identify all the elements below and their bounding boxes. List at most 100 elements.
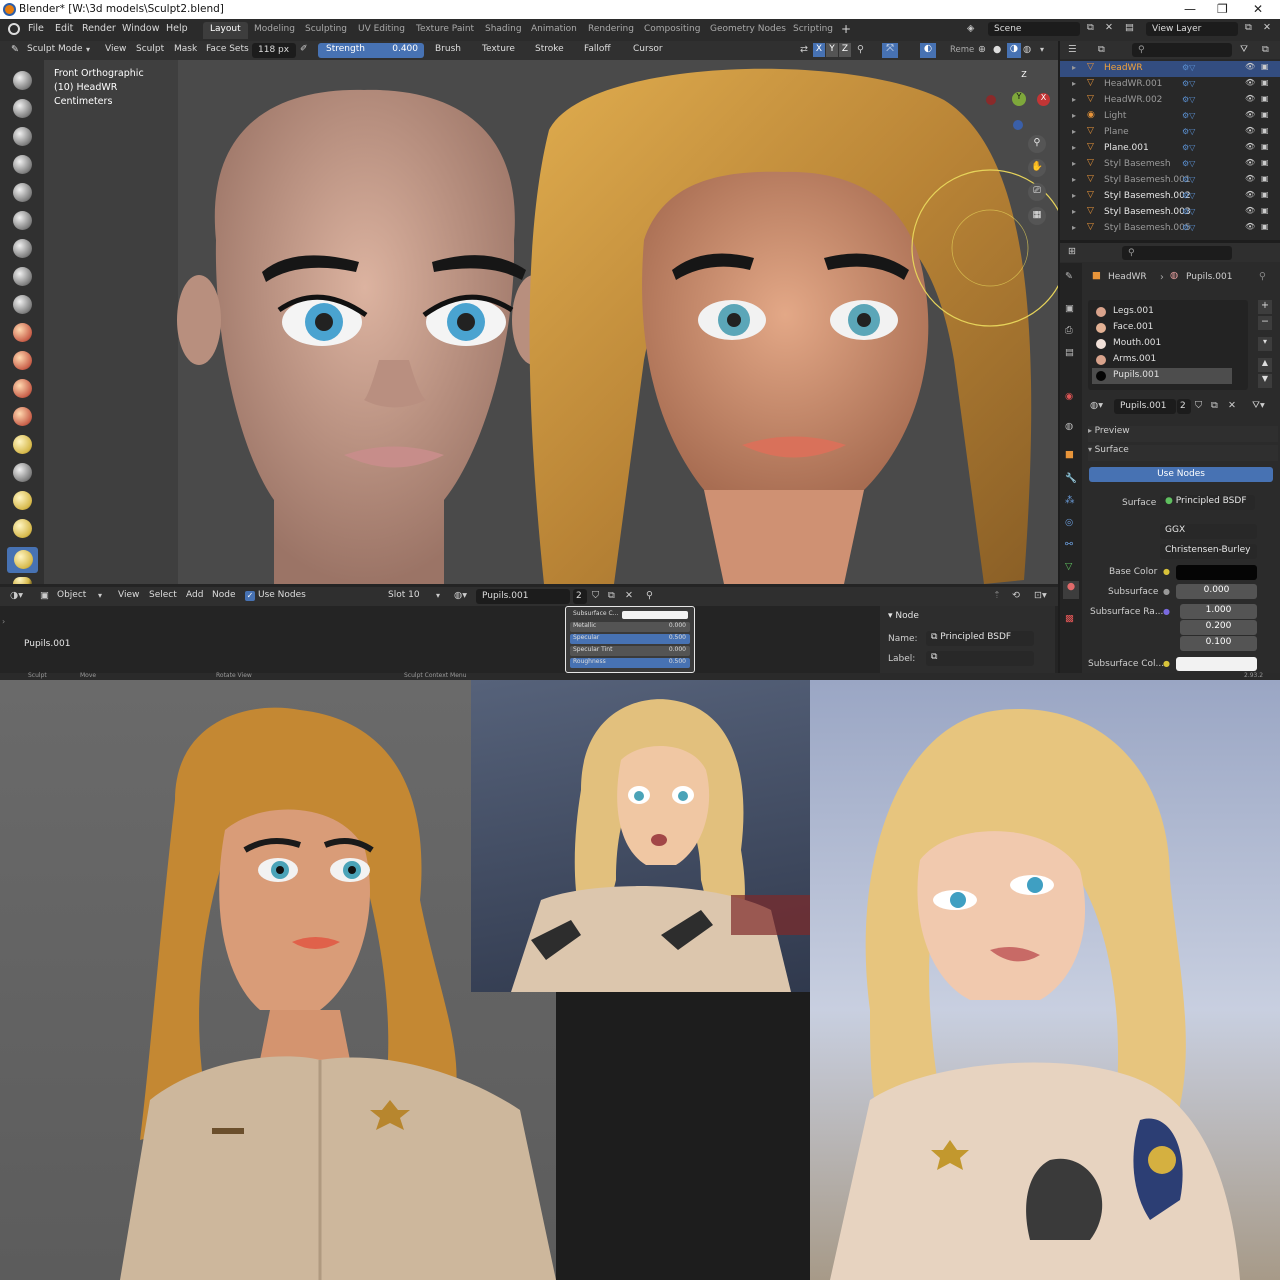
outliner-display-icon[interactable]: ☰	[1068, 44, 1077, 55]
delete-view-layer-icon[interactable]: ✕	[1263, 22, 1271, 33]
user-count[interactable]: 2	[1177, 399, 1191, 414]
gizmo-z-label[interactable]: Z	[1010, 70, 1038, 82]
link-dropdown-icon[interactable]: ⛛▾	[1252, 400, 1265, 411]
snake-hook-brush-icon[interactable]	[14, 550, 33, 569]
tab-geometry-nodes[interactable]: Geometry Nodes	[703, 22, 793, 39]
camera-icon[interactable]: ⎚	[1028, 183, 1046, 201]
new-view-layer-icon[interactable]: ⧉	[1245, 22, 1252, 33]
multiplane-scrape-brush-icon[interactable]	[13, 435, 32, 454]
wireframe-shading-icon[interactable]: ⊕	[978, 44, 986, 55]
modifier-data-icon[interactable]: ⚙▽	[1182, 159, 1195, 168]
visibility-eye-icon[interactable]: 👁	[1245, 222, 1255, 231]
outliner-item[interactable]: ▸ ▽ HeadWR.002 ⚙▽ 👁 ▣	[1060, 93, 1280, 109]
gizmo-neg-z-icon[interactable]	[1013, 120, 1023, 130]
move-down-icon[interactable]: ▼	[1258, 374, 1272, 388]
material-name-field[interactable]: Pupils.001	[1114, 399, 1176, 414]
unlink-material-icon[interactable]: ✕	[1228, 400, 1236, 411]
snap-icon[interactable]: ⟲	[1012, 590, 1020, 601]
scene-icon[interactable]: ◈	[967, 23, 974, 34]
material-tab-icon[interactable]: ●	[1063, 581, 1079, 599]
outliner-item[interactable]: ▸ ▽ HeadWR ⚙▽ 👁 ▣	[1060, 61, 1280, 77]
material-slot-item[interactable]: Pupils.001	[1092, 368, 1232, 384]
modifier-data-icon[interactable]: ⚙▽	[1182, 143, 1195, 152]
new-scene-icon[interactable]: ⧉	[1087, 22, 1094, 33]
modifier-data-icon[interactable]: ⚙▽	[1182, 175, 1195, 184]
modifier-data-icon[interactable]: ⚙▽	[1182, 63, 1195, 72]
outliner-item[interactable]: ▸ ▽ Plane.001 ⚙▽ 👁 ▣	[1060, 141, 1280, 157]
node-menu-node[interactable]: Node	[207, 589, 241, 604]
surface-panel[interactable]: ▾ Surface	[1088, 445, 1278, 461]
visibility-eye-icon[interactable]: 👁	[1245, 206, 1255, 215]
falloff-dropdown[interactable]: Falloff	[579, 43, 616, 58]
node-color-swatch[interactable]	[622, 611, 688, 619]
tab-animation[interactable]: Animation	[524, 22, 584, 39]
view-layer-field[interactable]: View Layer	[1146, 22, 1238, 36]
output-tab-icon[interactable]: ⎙	[1065, 325, 1073, 336]
expand-arrow-icon[interactable]: ▸	[1072, 63, 1076, 72]
render-visibility-icon[interactable]: ▣	[1261, 78, 1269, 87]
outliner-item[interactable]: ▸ ◉ Light ⚙▽ 👁 ▣	[1060, 109, 1280, 125]
menu-window[interactable]: Window	[122, 23, 159, 34]
modifier-tab-icon[interactable]: 🔧	[1065, 473, 1077, 484]
modifier-data-icon[interactable]: ⚙▽	[1182, 127, 1195, 136]
physics-tab-icon[interactable]: ◎	[1065, 517, 1073, 528]
inflate-brush-icon[interactable]	[13, 239, 32, 258]
solid-shading-icon[interactable]: ●	[993, 44, 1001, 55]
expand-arrow-icon[interactable]: ▸	[1072, 191, 1076, 200]
texture-tab-icon[interactable]: ▩	[1065, 613, 1074, 624]
move-up-icon[interactable]: ▲	[1258, 358, 1272, 372]
shading-options-icon[interactable]: ▾	[1040, 45, 1044, 54]
base-color-swatch[interactable]	[1176, 565, 1257, 580]
tool-tab-icon[interactable]: ✎	[1065, 271, 1073, 282]
remove-slot-button[interactable]: −	[1258, 316, 1272, 330]
visibility-eye-icon[interactable]: 👁	[1245, 78, 1255, 87]
strength-slider[interactable]: Strength 0.400	[318, 43, 424, 58]
clay-strips-brush-icon[interactable]	[13, 155, 32, 174]
parent-node-tree-icon[interactable]: ⇡	[993, 590, 1001, 601]
fake-user-icon[interactable]: ⛉	[592, 590, 599, 601]
object-tab-icon[interactable]: ■	[1065, 449, 1074, 460]
tab-sculpting[interactable]: Sculpting	[298, 22, 354, 39]
draw-sharp-brush-icon[interactable]	[13, 99, 32, 118]
expand-arrow-icon[interactable]: ▸	[1072, 143, 1076, 152]
shader-type-dropdown[interactable]: Object	[52, 589, 91, 604]
preview-panel[interactable]: ▸ Preview	[1088, 426, 1278, 442]
constraints-tab-icon[interactable]: ⚯	[1065, 539, 1073, 550]
mode-dropdown[interactable]: Sculpt Mode	[22, 43, 88, 58]
expand-arrow-icon[interactable]: ▸	[1072, 95, 1076, 104]
clay-thumb-brush-icon[interactable]	[13, 183, 32, 202]
outliner-item[interactable]: ▸ ▽ Styl Basemesh.001 ⚙▽ 👁 ▣	[1060, 173, 1280, 189]
sidebar-toggle-icon[interactable]: ›	[2, 617, 5, 626]
material-slot-item[interactable]: Legs.001	[1092, 304, 1232, 320]
properties-search-input[interactable]: ⚲	[1122, 246, 1232, 260]
render-visibility-icon[interactable]: ▣	[1261, 190, 1269, 199]
grab-brush-icon[interactable]	[13, 491, 32, 510]
modifier-data-icon[interactable]: ⚙▽	[1182, 191, 1195, 200]
render-visibility-icon[interactable]: ▣	[1261, 126, 1269, 135]
render-tab-icon[interactable]: ▣	[1065, 303, 1074, 314]
filter-view-icon[interactable]: ⧉	[1098, 44, 1105, 55]
gizmo-x-label[interactable]: X	[1037, 93, 1050, 106]
add-workspace-button[interactable]: +	[841, 22, 851, 36]
render-visibility-icon[interactable]: ▣	[1261, 174, 1269, 183]
outliner-item[interactable]: ▸ ▽ Plane ⚙▽ 👁 ▣	[1060, 125, 1280, 141]
subsurface-radius-y[interactable]: 0.200	[1180, 620, 1257, 635]
node-input-field[interactable]: Specular Tint 0.000	[570, 646, 690, 656]
layer-brush-icon[interactable]	[13, 211, 32, 230]
tab-rendering[interactable]: Rendering	[581, 22, 641, 39]
render-visibility-icon[interactable]: ▣	[1261, 158, 1269, 167]
node-panel-header[interactable]: ▾ Node	[888, 611, 919, 621]
outliner-item[interactable]: ▸ ▽ HeadWR.001 ⚙▽ 👁 ▣	[1060, 77, 1280, 93]
tab-shading[interactable]: Shading	[478, 22, 529, 39]
tab-uv-editing[interactable]: UV Editing	[351, 22, 412, 39]
view-layer-icon[interactable]: ▤	[1125, 22, 1134, 33]
outliner-item[interactable]: ▸ ▽ Styl Basemesh.005 ⚙▽ 👁 ▣	[1060, 221, 1280, 237]
axis-z-toggle[interactable]: Z	[839, 43, 851, 57]
pressure-icon[interactable]: ✐	[300, 44, 308, 54]
gizmo-y-label[interactable]: Y	[1012, 92, 1026, 106]
expand-arrow-icon[interactable]: ▸	[1072, 159, 1076, 168]
scrape-brush-icon[interactable]	[13, 407, 32, 426]
blender-menu-icon[interactable]	[8, 23, 20, 35]
slot-dropdown[interactable]: Slot 10	[383, 589, 425, 604]
visibility-eye-icon[interactable]: 👁	[1245, 174, 1255, 183]
